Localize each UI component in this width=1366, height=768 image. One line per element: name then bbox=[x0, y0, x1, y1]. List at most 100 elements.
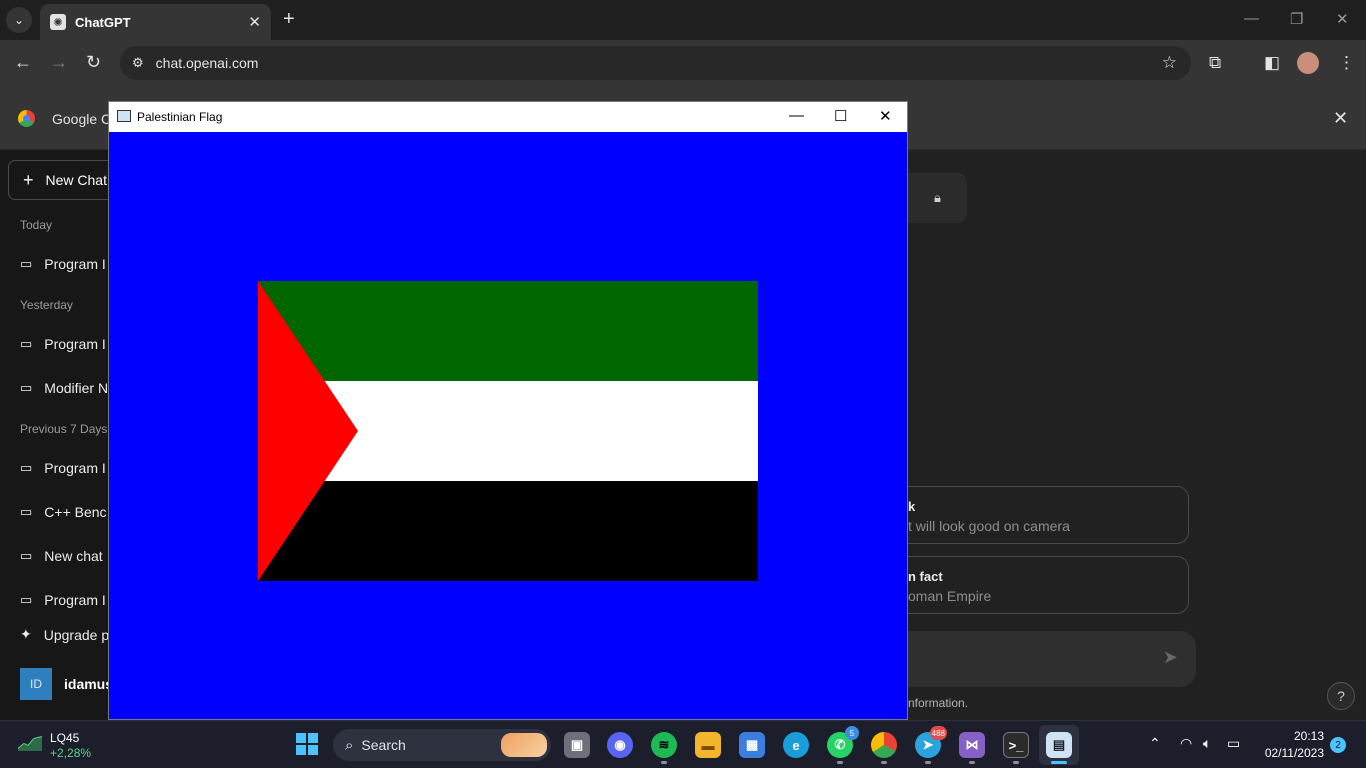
chat-sidebar: + New Chat Today ▭ Program I Yesterday ▭ P… bbox=[0, 150, 108, 720]
close-window-icon[interactable]: ✕ bbox=[1336, 10, 1349, 28]
url-text: chat.openai.com bbox=[155, 55, 259, 71]
spotify-icon[interactable]: ≋ bbox=[651, 732, 677, 758]
side-panel-icon[interactable]: ◧ bbox=[1264, 53, 1280, 73]
chrome-icon[interactable] bbox=[871, 732, 897, 758]
taskbar-search[interactable]: ⌕ Search bbox=[333, 729, 551, 761]
address-bar[interactable]: ⚙ chat.openai.com ☆ bbox=[120, 46, 1191, 80]
site-info-icon[interactable]: ⚙ bbox=[132, 55, 144, 71]
maximize-icon[interactable]: ☐ bbox=[834, 107, 847, 125]
flag-window: Palestinian Flag — ☐ ✕ bbox=[108, 101, 908, 720]
chat-item[interactable]: ▭ Program I bbox=[20, 336, 106, 352]
stock-name: LQ45 bbox=[50, 731, 80, 745]
chat-bubble-icon: ▭ bbox=[20, 460, 33, 475]
ms-store-icon[interactable]: ▦ bbox=[739, 732, 765, 758]
chat-item[interactable]: ▭ New chat bbox=[20, 548, 103, 564]
back-arrow-icon[interactable]: ← bbox=[14, 52, 32, 73]
help-button[interactable]: ? bbox=[1327, 682, 1355, 710]
close-window-icon[interactable]: ✕ bbox=[879, 107, 892, 125]
close-infobar-icon[interactable]: ✕ bbox=[1333, 108, 1348, 129]
minimize-icon[interactable]: — bbox=[789, 107, 804, 124]
suggestion-card[interactable]: k t will look good on camera bbox=[908, 486, 1189, 544]
upgrade-label: Upgrade p bbox=[43, 626, 108, 643]
section-today: Today bbox=[20, 218, 53, 232]
running-indicator bbox=[837, 761, 843, 764]
suggestion-subtitle: t will look good on camera bbox=[908, 518, 1070, 534]
search-label: Search bbox=[361, 737, 406, 753]
search-icon: ⌕ bbox=[345, 736, 354, 754]
sparkle-icon: ✦ bbox=[20, 626, 32, 642]
volume-icon[interactable]: 🔈︎ bbox=[1203, 735, 1211, 752]
new-tab-button[interactable]: + bbox=[283, 9, 295, 29]
chat-bubble-icon: ▭ bbox=[20, 380, 33, 395]
visual-studio-icon[interactable]: ⋈ bbox=[959, 732, 985, 758]
profile-avatar[interactable] bbox=[1297, 52, 1319, 74]
running-indicator bbox=[661, 761, 667, 764]
chat-item-label: Program I bbox=[44, 592, 106, 608]
upgrade-plan-button[interactable]: ✦ Upgrade p bbox=[20, 626, 108, 643]
browser-tab-chatgpt[interactable]: ✺ ChatGPT ✕ bbox=[40, 4, 271, 40]
clock-date: 02/11/2023 bbox=[1264, 746, 1324, 760]
minimize-icon[interactable]: — bbox=[1244, 10, 1259, 27]
menu-dots-icon[interactable]: ⋮ bbox=[1338, 53, 1355, 73]
suggestion-subtitle: oman Empire bbox=[908, 588, 992, 604]
window-titlebar[interactable]: Palestinian Flag — ☐ ✕ bbox=[109, 102, 907, 132]
browser-tab-strip: ⌄ ✺ ChatGPT ✕ + — ❐ ✕ bbox=[0, 0, 1366, 40]
whatsapp-icon[interactable]: ✆ 5 bbox=[827, 726, 859, 758]
terminal-icon[interactable]: >_ bbox=[1003, 732, 1029, 758]
running-indicator bbox=[969, 761, 975, 764]
search-highlight-image bbox=[501, 733, 547, 757]
running-indicator bbox=[1013, 761, 1019, 764]
chevron-up-icon[interactable]: ⌃ bbox=[1149, 735, 1161, 752]
tab-title: ChatGPT bbox=[75, 14, 131, 30]
running-indicator bbox=[925, 761, 931, 764]
clock-time: 20:13 bbox=[1293, 729, 1324, 743]
message-input[interactable]: ➤ bbox=[908, 631, 1196, 687]
tab-search-button[interactable]: ⌄ bbox=[6, 7, 32, 33]
chat-item-label: Program I bbox=[44, 256, 106, 272]
telegram-badge: 488 bbox=[929, 726, 947, 740]
window-title: Palestinian Flag bbox=[137, 110, 223, 124]
forward-arrow-icon[interactable]: → bbox=[50, 52, 68, 73]
notification-badge[interactable]: 2 bbox=[1330, 737, 1346, 753]
model-selector[interactable]: 🔒︎ bbox=[908, 173, 967, 223]
chat-item[interactable]: ▭ Program I bbox=[20, 256, 106, 272]
running-indicator bbox=[881, 761, 887, 764]
discord-icon[interactable]: ◉ bbox=[607, 732, 633, 758]
browser-toolbar: ← → ↻ ⚙ chat.openai.com ☆ ⧉ ◧ ⋮ bbox=[0, 40, 1366, 86]
battery-icon[interactable]: ▭ bbox=[1227, 735, 1240, 752]
openai-icon: ✺ bbox=[50, 14, 66, 30]
window-app-icon bbox=[117, 110, 131, 122]
chat-item-label: New chat bbox=[44, 548, 103, 564]
flag-app-icon[interactable]: ▤ bbox=[1046, 732, 1072, 758]
user-menu[interactable]: ID idamus bbox=[20, 668, 108, 700]
extensions-icon[interactable]: ⧉ bbox=[1209, 53, 1221, 73]
send-icon[interactable]: ➤ bbox=[1163, 647, 1178, 668]
telegram-icon[interactable]: ➤ 488 bbox=[915, 726, 947, 758]
reload-icon[interactable]: ↻ bbox=[86, 52, 101, 73]
chat-item-label: Program I bbox=[44, 460, 106, 476]
windows-taskbar: LQ45 +2,28% ⌕ Search ▣ ◉ ≋ ▬ ▦ e ✆ 5 ➤ 488… bbox=[0, 720, 1366, 768]
section-yesterday: Yesterday bbox=[20, 298, 73, 312]
close-tab-icon[interactable]: ✕ bbox=[248, 13, 261, 31]
task-view-icon[interactable]: ▣ bbox=[564, 732, 590, 758]
chat-item[interactable]: ▭ Modifier N bbox=[20, 380, 108, 396]
suggestion-title: n fact bbox=[908, 569, 943, 584]
clock[interactable]: 20:13 02/11/2023 bbox=[1258, 729, 1324, 760]
chat-item-label: Program I bbox=[44, 336, 106, 352]
wifi-icon[interactable]: ◠ bbox=[1180, 735, 1192, 752]
stock-widget[interactable]: LQ45 +2,28% bbox=[18, 731, 91, 760]
chat-item[interactable]: ▭ Program I bbox=[20, 460, 106, 476]
edge-icon[interactable]: e bbox=[783, 732, 809, 758]
chat-item[interactable]: ▭ C++ Benc bbox=[20, 504, 107, 520]
active-indicator bbox=[1051, 761, 1067, 764]
chat-item[interactable]: ▭ Program I bbox=[20, 592, 106, 608]
suggestion-card[interactable]: n fact oman Empire bbox=[908, 556, 1189, 614]
lock-icon: 🔒︎ bbox=[934, 190, 941, 205]
stock-chart-icon bbox=[18, 736, 42, 751]
start-button[interactable] bbox=[296, 733, 318, 755]
restore-icon[interactable]: ❐ bbox=[1290, 10, 1303, 28]
bookmark-star-icon[interactable]: ☆ bbox=[1162, 53, 1177, 73]
file-explorer-icon[interactable]: ▬ bbox=[695, 732, 721, 758]
new-chat-button[interactable]: + New Chat bbox=[8, 160, 108, 200]
flag-black-stripe bbox=[258, 481, 758, 581]
